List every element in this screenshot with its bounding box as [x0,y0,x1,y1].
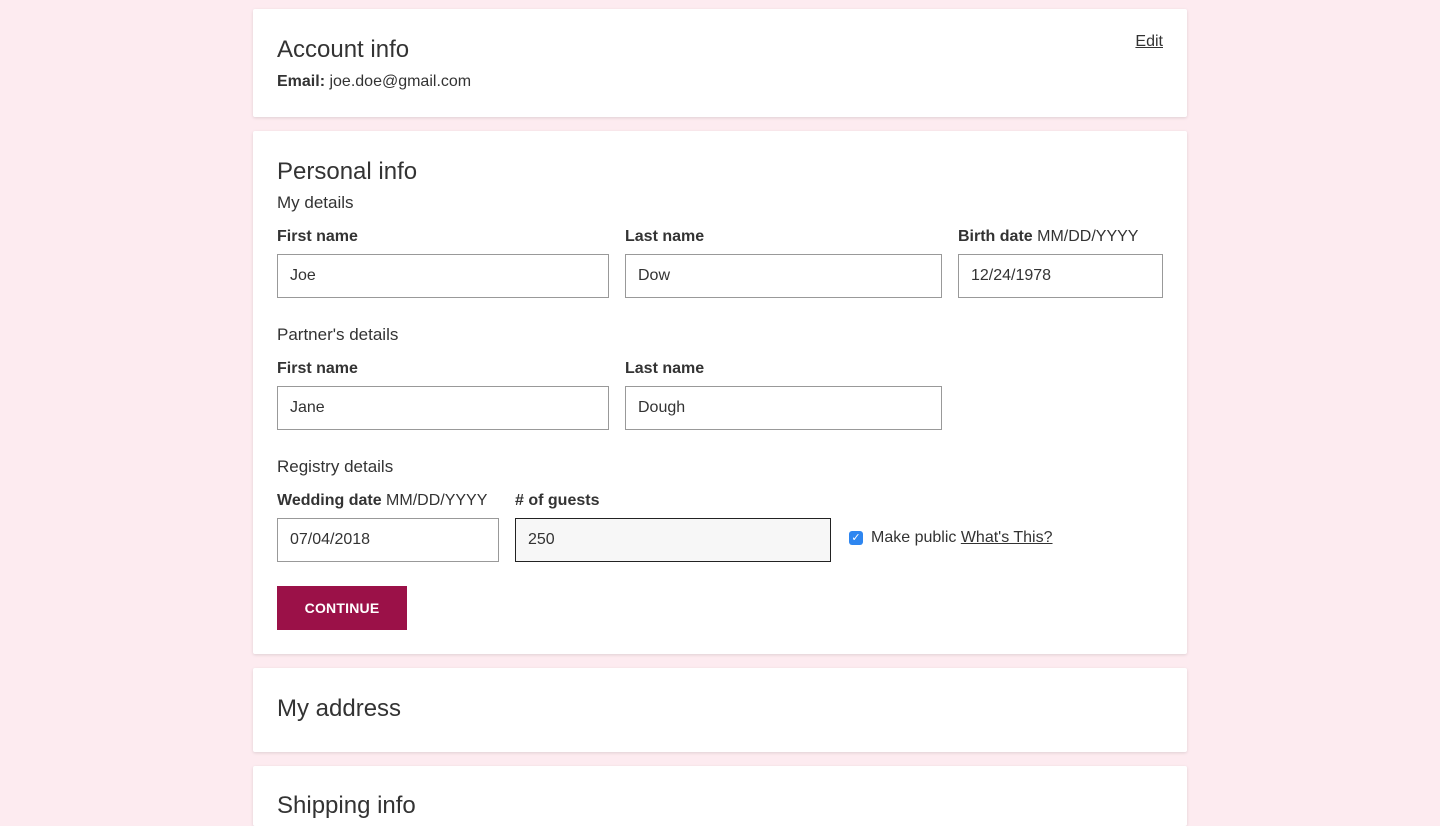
partner-last-name-label: Last name [625,360,705,377]
email-row: Email: joe.doe@gmail.com [277,73,471,91]
my-details-heading: My details [277,193,354,212]
last-name-input[interactable] [625,254,942,298]
account-info-card: Account info Edit Email: joe.doe@gmail.c… [253,9,1187,117]
partner-first-name-input[interactable] [277,386,609,430]
continue-button[interactable]: CONTINUE [277,586,407,630]
make-public-row: ✓ Make public What's This? [849,529,1053,547]
birth-date-label-text: Birth date [958,228,1033,245]
my-address-title: My address [277,695,402,722]
wedding-date-input[interactable] [277,518,499,562]
birth-date-format-hint: MM/DD/YYYY [1037,228,1139,245]
personal-info-title: Personal info [277,158,418,185]
personal-info-card: Personal info My details First name Last… [253,131,1187,654]
wedding-date-label: Wedding date MM/DD/YYYY [277,492,487,510]
my-address-card[interactable]: My address [253,668,1187,752]
registry-details-heading: Registry details [277,457,394,476]
partner-last-name-input[interactable] [625,386,942,430]
make-public-checkbox[interactable]: ✓ [849,531,863,545]
email-label: Email: [277,73,326,90]
last-name-label: Last name [625,228,705,245]
whats-this-link[interactable]: What's This? [961,529,1053,547]
wedding-date-format-hint: MM/DD/YYYY [386,492,488,509]
first-name-label: First name [277,228,358,245]
wedding-date-label-text: Wedding date [277,492,382,509]
shipping-info-card[interactable]: Shipping info [253,766,1187,826]
partner-first-name-label: First name [277,360,358,377]
first-name-input[interactable] [277,254,609,298]
partner-details-heading: Partner's details [277,325,399,344]
make-public-label: Make public [871,529,957,546]
birth-date-input[interactable] [958,254,1163,298]
email-value: joe.doe@gmail.com [329,73,472,90]
edit-link[interactable]: Edit [1135,33,1163,51]
guests-label: # of guests [515,492,600,509]
shipping-info-title: Shipping info [277,792,416,819]
account-info-title: Account info [277,36,410,63]
birth-date-label: Birth date MM/DD/YYYY [958,228,1138,246]
guests-input[interactable] [515,518,831,562]
